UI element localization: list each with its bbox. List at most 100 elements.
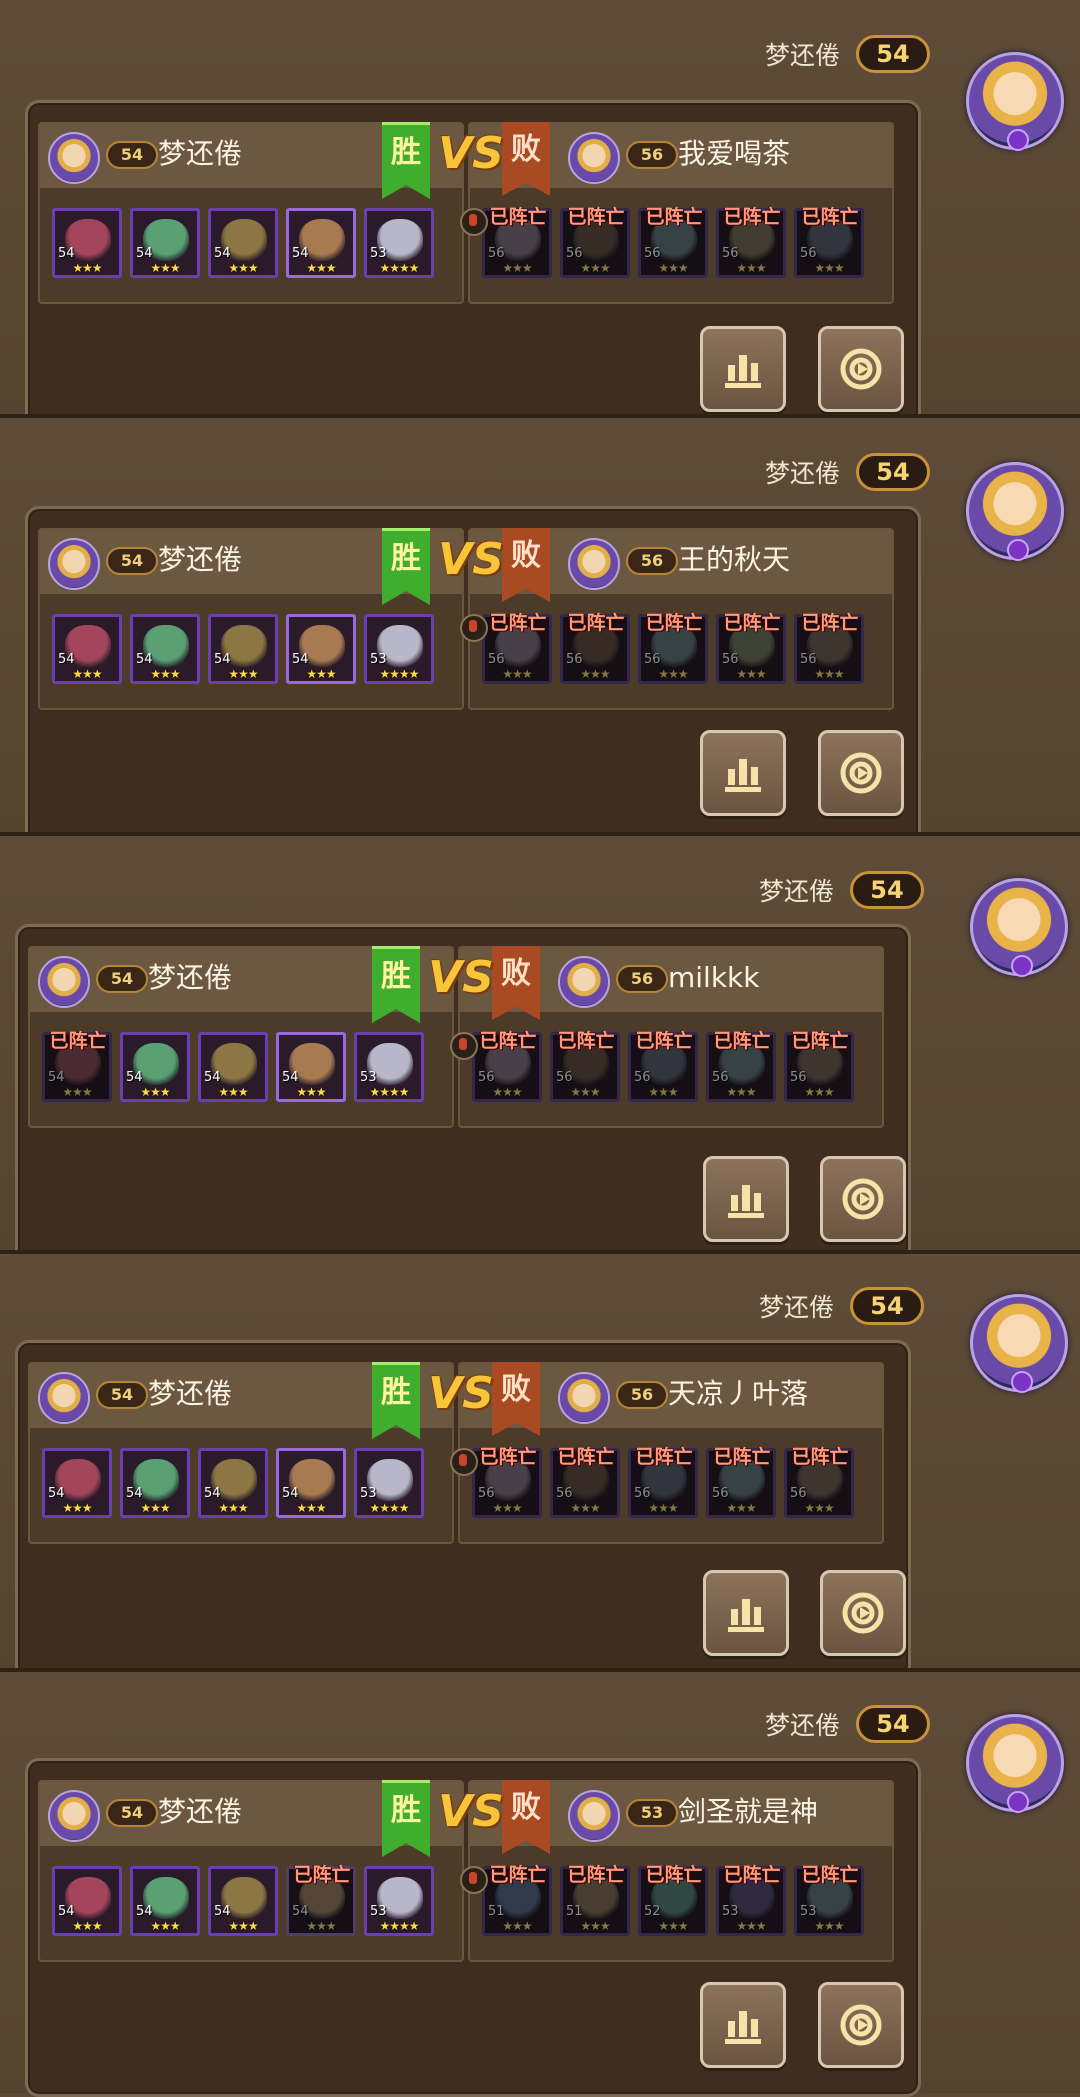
sender-line: 梦还倦 54 [765,34,930,74]
replay-button[interactable] [818,326,904,412]
sender-avatar[interactable] [966,462,1064,561]
right-player-avatar[interactable] [568,132,620,184]
right-player-level: 53 [626,1799,678,1827]
sender-line: 梦还倦 54 [759,1286,924,1326]
left-player-avatar[interactable] [48,538,100,590]
hero-portrait[interactable]: 54 ★★★ [52,1866,122,1936]
vs-label: VS [438,128,504,179]
hero-portrait[interactable]: 54 ★★★ [286,614,356,684]
hero-level: 56 [790,1070,807,1085]
hero-portrait[interactable]: 53 ★★★★ [364,614,434,684]
bar-chart-icon [725,759,761,792]
right-player-avatar[interactable] [558,1372,610,1424]
hero-portrait[interactable]: 54 ★★★ [198,1448,268,1518]
dead-label: 已阵亡 [645,206,703,228]
right-player-name: milkkk [668,961,760,994]
dead-label: 已阵亡 [567,206,625,228]
sender-avatar[interactable] [966,52,1064,151]
replay-button[interactable] [818,1982,904,2068]
hero-portrait[interactable]: 54 ★★★ [42,1448,112,1518]
hero-portrait[interactable]: 54 ★★★ [130,614,200,684]
hero-portrait[interactable]: 54 ★★★ [52,208,122,278]
bar-chart-icon [728,1599,764,1632]
hero-portrait[interactable]: 53 ★★★★ [364,1866,434,1936]
dead-label: 已阵亡 [567,612,625,634]
sender-avatar[interactable] [966,1714,1064,1813]
dead-label: 已阵亡 [645,1864,703,1886]
hero-portrait[interactable]: 54 ★★★ [208,208,278,278]
right-player-avatar[interactable] [568,1790,620,1842]
hero-level: 56 [634,1486,651,1501]
hero-stars: ★★★ [150,261,180,275]
hero-portrait[interactable]: 54 ★★★ [120,1032,190,1102]
replay-button[interactable] [818,730,904,816]
stats-button[interactable] [703,1156,789,1242]
dead-label: 已阵亡 [801,206,859,228]
hero-portrait[interactable]: 53 ★★★★ [364,208,434,278]
right-player-level: 56 [626,547,678,575]
hero-level: 53 [360,1070,377,1085]
vs-label: VS [428,952,494,1003]
hero-stars: ★★★ [814,667,844,681]
hero-level: 54 [292,652,309,667]
right-player-level: 56 [626,141,678,169]
hero-stars: ★★★ [150,667,180,681]
stats-button[interactable] [700,730,786,816]
left-player-avatar[interactable] [38,956,90,1008]
hero-stars: ★★★ [306,667,336,681]
replay-button[interactable] [820,1156,906,1242]
left-team-panel: 54 梦还倦胜 54 ★★★ 54 ★★★ 54 ★★★ 54 ★★★ 53 ★★★★ [38,122,464,304]
hero-portrait[interactable]: 54 ★★★ [276,1448,346,1518]
battle-report-card: 54 梦还倦胜 54 ★★★ 已阵亡 54 ★★★ 54 ★★★ 54 ★★★ 53 ★★★★ 56 mil… [15,924,911,1263]
hero-stars: ★★★★ [379,261,419,275]
sender-avatar[interactable] [970,1294,1068,1393]
hero-stars: ★★★ [72,667,102,681]
hero-stars: ★★★ [502,667,532,681]
hero-stars: ★★★ [228,261,258,275]
sender-avatar[interactable] [970,878,1068,977]
hero-portrait[interactable]: 53 ★★★★ [354,1032,424,1102]
right-player-avatar[interactable] [558,956,610,1008]
hero-portrait[interactable]: 54 ★★★ [198,1032,268,1102]
hero-level: 56 [712,1486,729,1501]
dead-label: 已阵亡 [635,1446,693,1468]
hero-stars: ★★★ [814,261,844,275]
hero-level: 56 [790,1486,807,1501]
hero-stars: ★★★ [580,1919,610,1933]
hero-portrait[interactable]: 54 ★★★ [120,1448,190,1518]
replay-button[interactable] [820,1570,906,1656]
hero-portrait[interactable]: 54 ★★★ [208,1866,278,1936]
hero-portrait[interactable]: 54 ★★★ [276,1032,346,1102]
hero-portrait[interactable]: 54 ★★★ [286,208,356,278]
sender-name: 梦还倦 [764,1711,840,1740]
replay-icon [842,1592,884,1634]
hero-level: 52 [644,1904,661,1919]
hero-level: 56 [800,246,817,261]
left-player-avatar[interactable] [48,132,100,184]
right-player-avatar[interactable] [568,538,620,590]
stats-button[interactable] [703,1570,789,1656]
left-player-level: 54 [106,547,158,575]
dead-label: 已阵亡 [479,1446,537,1468]
hero-portrait[interactable]: 54 ★★★ [52,614,122,684]
hero-level: 54 [292,246,309,261]
left-player-avatar[interactable] [48,1790,100,1842]
dead-label: 已阵亡 [713,1030,771,1052]
sender-name: 梦还倦 [764,41,840,70]
dead-label: 已阵亡 [635,1030,693,1052]
hero-level: 54 [282,1486,299,1501]
hero-level: 54 [48,1486,65,1501]
hero-portrait[interactable]: 54 ★★★ [130,208,200,278]
hero-stars: ★★★★ [379,667,419,681]
dead-label: 已阵亡 [645,612,703,634]
hero-portrait[interactable]: 54 ★★★ [208,614,278,684]
stats-button[interactable] [700,1982,786,2068]
dead-label: 已阵亡 [293,1864,351,1886]
hero-portrait[interactable]: 54 ★★★ [130,1866,200,1936]
left-player-avatar[interactable] [38,1372,90,1424]
hero-stars: ★★★★ [369,1501,409,1515]
right-player-name: 王的秋天 [678,543,791,576]
hero-stars: ★★★ [502,261,532,275]
stats-button[interactable] [700,326,786,412]
hero-portrait[interactable]: 53 ★★★★ [354,1448,424,1518]
